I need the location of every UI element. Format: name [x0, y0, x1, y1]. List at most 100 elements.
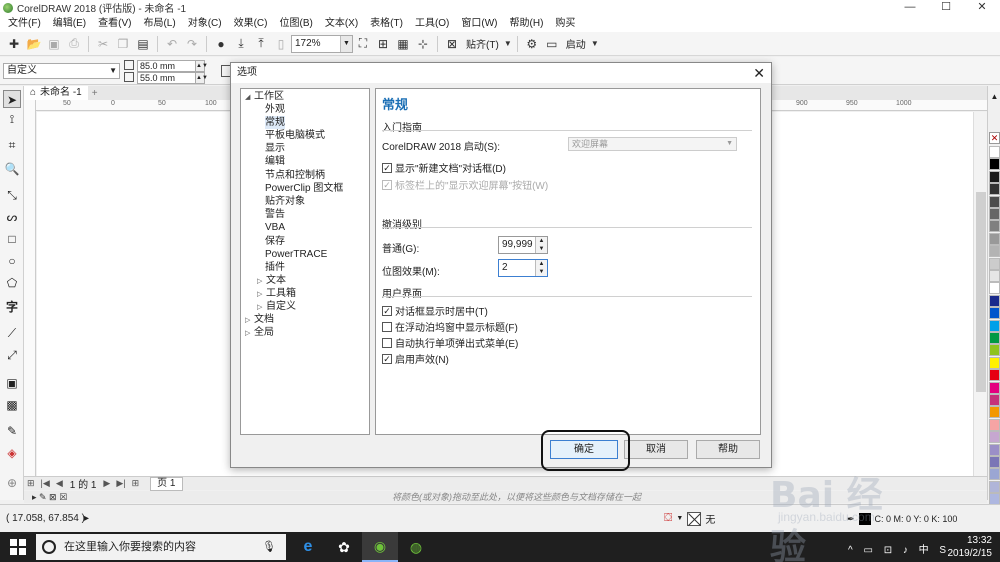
palette-swatch[interactable] — [989, 431, 1000, 444]
show-welcome-btn-checkbox[interactable]: ✓ 标签栏上的"显示欢迎屏幕"按钮(W) — [382, 177, 548, 192]
palette-swatch[interactable] — [989, 232, 1000, 245]
menu-view[interactable]: 查看(V) — [92, 15, 137, 32]
palette-scroll-up-icon[interactable]: ▲ — [989, 92, 1000, 101]
fill-indicator[interactable]: ⛋ ▼ 无 — [664, 511, 715, 526]
windows-start-icon[interactable] — [10, 539, 26, 555]
cancel-button[interactable]: 取消 — [624, 440, 688, 459]
no-color-swatch[interactable]: ✕ — [989, 132, 1000, 144]
document-palette-tools[interactable]: ▸ ✎ ⊠ ☒ — [32, 491, 67, 503]
tree-item-appearance[interactable]: 外观 — [265, 103, 285, 116]
palette-swatch[interactable] — [989, 319, 1000, 332]
menu-file[interactable]: 文件(F) — [2, 15, 47, 32]
palette-swatch[interactable] — [989, 443, 1000, 456]
enable-sound-checkbox[interactable]: ✓ 启用声效(N) — [382, 351, 449, 366]
publish-pdf-icon[interactable]: ▯ — [271, 34, 291, 54]
options-gear-icon[interactable]: ⚙ — [522, 34, 542, 54]
rectangle-tool-icon[interactable]: □ — [3, 230, 21, 248]
chevron-down-icon[interactable]: ▼ — [590, 34, 600, 54]
document-tab[interactable]: ⌂ 未命名 -1 — [24, 86, 88, 100]
vertical-ruler[interactable] — [24, 100, 36, 480]
new-document-icon[interactable]: ✚ — [4, 34, 24, 54]
freehand-tool-icon[interactable]: ⤡ — [3, 186, 21, 204]
palette-swatch[interactable] — [989, 170, 1000, 183]
palette-swatch[interactable] — [989, 282, 1000, 295]
system-clock[interactable]: 13:32 2019/2/15 — [948, 534, 993, 560]
tree-item-display[interactable]: 显示 — [265, 142, 285, 155]
artistic-media-icon[interactable]: ᔕ — [3, 208, 21, 226]
palette-swatch[interactable] — [989, 146, 1000, 158]
copy-icon[interactable]: ❐ — [113, 34, 133, 54]
palette-swatch[interactable] — [989, 381, 1000, 394]
stepper-arrows-icon[interactable]: ▲ ▼ — [535, 260, 547, 276]
cut-icon[interactable]: ✂ — [93, 34, 113, 54]
menu-help[interactable]: 帮助(H) — [504, 15, 550, 32]
checkbox-unchecked[interactable] — [382, 337, 392, 348]
text-tool-icon[interactable]: 字 — [3, 298, 21, 316]
bitmap-effects-stepper[interactable]: 2 ▲ ▼ — [498, 259, 548, 277]
tree-item-edit[interactable]: 编辑 — [265, 155, 285, 168]
palette-swatch[interactable] — [989, 456, 1000, 468]
show-new-doc-checkbox[interactable]: ✓ 显示"新建文档"对话框(D) — [382, 160, 506, 175]
search-content-icon[interactable]: ● — [211, 34, 231, 54]
new-tab-plus-icon[interactable]: + — [92, 88, 98, 99]
parallel-dimension-icon[interactable]: ⟋ — [3, 324, 21, 342]
dialog-close-icon[interactable]: ✕ — [753, 65, 765, 81]
tree-item-powertrace[interactable]: PowerTRACE — [265, 248, 327, 261]
palette-swatch[interactable] — [989, 369, 1000, 382]
snap-to-dropdown[interactable]: 贴齐(T) — [466, 36, 499, 51]
tree-item-workspace[interactable]: ◢ 工作区 — [245, 90, 284, 104]
tree-item-global[interactable]: ▷ 全局 — [245, 326, 274, 340]
open-folder-icon[interactable]: 📂 — [24, 34, 44, 54]
next-page-icon[interactable]: ▶ — [100, 478, 113, 489]
drop-shadow-icon[interactable]: ▣ — [3, 374, 21, 392]
palette-swatch[interactable] — [989, 394, 1000, 406]
float-titles-checkbox[interactable]: 在浮动泊坞窗中显示标题(F) — [382, 319, 518, 334]
tree-item-nodes-handles[interactable]: 节点和控制柄 — [265, 169, 325, 182]
transparency-tool-icon[interactable]: ▩ — [3, 396, 21, 414]
palette-swatch[interactable] — [989, 183, 1000, 196]
help-button[interactable]: 帮助 — [696, 440, 760, 459]
checkbox-checked[interactable]: ✓ — [382, 162, 392, 173]
palette-swatch[interactable] — [989, 257, 1000, 270]
launch-dropdown[interactable]: 启动 — [566, 36, 586, 51]
palette-swatch[interactable] — [989, 294, 1000, 307]
show-rulers-icon[interactable]: ⊞ — [373, 34, 393, 54]
interactive-fill-icon[interactable]: ◈ — [3, 444, 21, 462]
launch-combo[interactable]: 欢迎屏幕 ▼ — [568, 137, 737, 151]
eyedropper-tool-icon[interactable]: ✎ — [3, 422, 21, 440]
save-icon[interactable]: ▣ — [44, 34, 64, 54]
palette-swatch[interactable] — [989, 480, 1000, 493]
page-width-field[interactable]: 85.0 mm — [137, 60, 204, 72]
palette-swatch[interactable] — [989, 468, 1000, 481]
import-icon[interactable]: ⤓ — [231, 34, 251, 54]
first-page-icon[interactable]: |◀ — [38, 478, 53, 489]
zoom-level-combo[interactable]: 172% ▼ — [291, 34, 353, 53]
palette-swatch[interactable] — [989, 307, 1000, 320]
center-dialogs-checkbox[interactable]: ✓ 对话框显示时居中(T) — [382, 303, 488, 318]
shape-tool-icon[interactable]: ⟟ — [3, 110, 21, 128]
palette-swatch[interactable] — [989, 270, 1000, 282]
show-guidelines-icon[interactable]: ⊹ — [413, 34, 433, 54]
page-height-field[interactable]: 55.0 mm — [137, 72, 204, 84]
palette-swatch[interactable] — [989, 344, 1000, 357]
last-page-icon[interactable]: ▶| — [113, 478, 128, 489]
checkbox-checked[interactable]: ✓ — [382, 353, 392, 364]
home-icon[interactable]: ⌂ — [30, 86, 36, 100]
menu-effects[interactable]: 效果(C) — [228, 15, 274, 32]
show-grid-icon[interactable]: ▦ — [393, 34, 413, 54]
polygon-tool-icon[interactable]: ⬠ — [3, 274, 21, 292]
export-icon[interactable]: ⤒ — [251, 34, 271, 54]
pick-tool-icon[interactable]: ➤ — [3, 90, 21, 108]
paste-icon[interactable]: ▤ — [133, 34, 153, 54]
checkbox-unchecked[interactable] — [382, 321, 392, 332]
palette-swatch[interactable] — [989, 208, 1000, 220]
palette-swatch[interactable] — [989, 245, 1000, 258]
menu-text[interactable]: 文本(X) — [319, 15, 364, 32]
tree-item-document[interactable]: ▷ 文档 — [245, 313, 274, 327]
scrollbar-thumb[interactable] — [976, 192, 986, 392]
add-page-after-icon[interactable]: ⊞ — [129, 478, 143, 489]
menu-window[interactable]: 窗口(W) — [455, 15, 503, 32]
tree-item-customize[interactable]: ▷ 自定义 — [257, 300, 296, 314]
tree-item-general[interactable]: 常规 — [265, 116, 285, 129]
expand-arrow-icon[interactable]: ▷ — [245, 327, 252, 340]
